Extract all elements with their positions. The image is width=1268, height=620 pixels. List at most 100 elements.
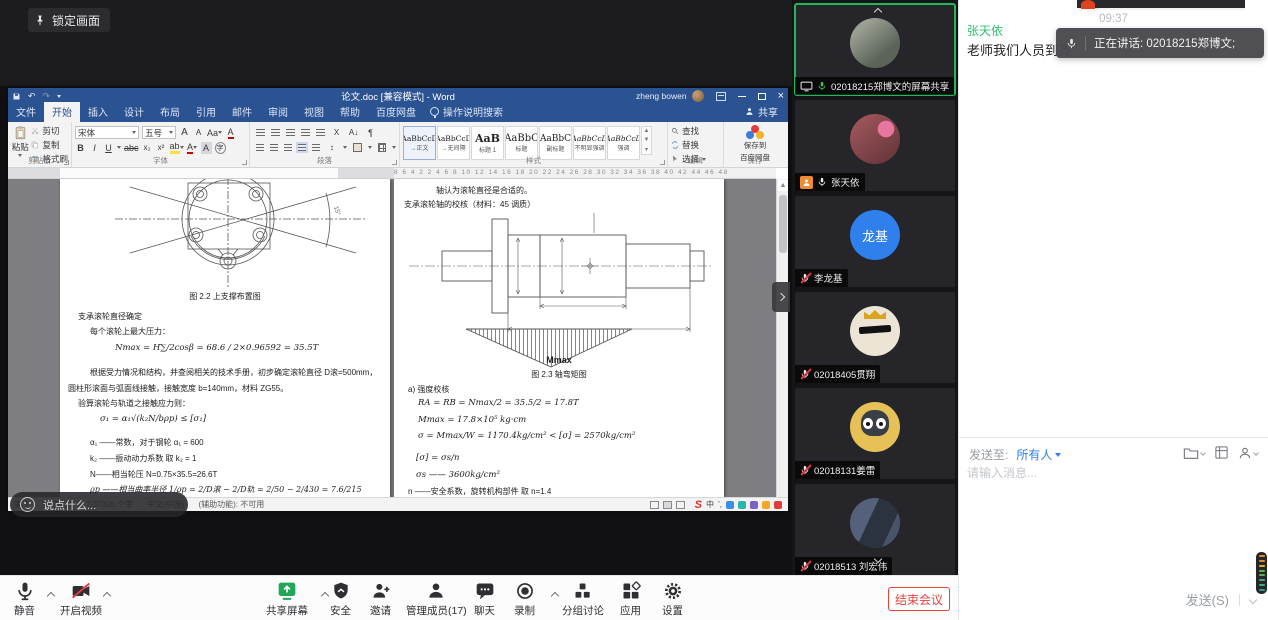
mute-button[interactable]: 静音 — [14, 581, 35, 618]
dialog-launcher-icon — [242, 160, 247, 165]
angle-dimension-label: 15° — [332, 206, 341, 217]
doc-line: 验算滚轮与轨道之接触应力则： — [78, 398, 190, 409]
invite-button[interactable]: 邀请 — [370, 581, 391, 618]
figure-shaft-drawing — [394, 211, 724, 341]
word-scrollbar: ▲ — [776, 179, 788, 497]
doc-formula: [σ] = σs/n — [416, 453, 459, 463]
chat-sender-name[interactable]: 张天依 — [967, 22, 1003, 39]
document-page-left: 15° 图 2.2 上支撑布置图 支承滚轮直径确定 每个滚轮上最大压力： Nma… — [60, 179, 390, 497]
chat-button[interactable]: 聊天 — [474, 581, 495, 618]
microphone-icon — [15, 581, 35, 601]
toolbar-label: 安全 — [330, 603, 351, 618]
screen-share-icon — [800, 81, 813, 92]
tab-references: 引用 — [188, 102, 224, 122]
line-spacing-caret-icon — [343, 146, 347, 149]
send-to-label: 发送至: — [969, 446, 1008, 463]
person-add-icon — [371, 581, 391, 601]
character-shading-button: A — [201, 142, 212, 154]
ime-keyboard-icon — [738, 501, 746, 509]
ribbon-group-save: 保存到 百度网盘 保存 — [724, 122, 786, 167]
settings-button[interactable]: 设置 — [662, 581, 683, 618]
start-video-button[interactable]: 开启视频 — [60, 581, 102, 618]
chat-image-cropped[interactable] — [1077, 0, 1245, 10]
case-caret-icon — [218, 131, 222, 134]
end-meeting-button[interactable]: 结束会议 — [888, 587, 950, 611]
increase-indent-icon — [316, 129, 325, 136]
doc-line: k₂ ——振动动力系数 取 k₂ = 1 — [90, 453, 196, 464]
view-mode-icon — [676, 501, 685, 509]
record-button[interactable]: 录制 — [514, 581, 535, 618]
lightbulb-icon — [430, 107, 439, 116]
change-case-button: Aa — [207, 127, 222, 139]
avatar — [850, 18, 900, 68]
participant-tile[interactable]: 02018513 刘宏伟 — [795, 484, 955, 575]
toolbar-label: 邀请 — [370, 603, 391, 618]
file-button[interactable] — [1183, 446, 1205, 460]
send-options-chevron[interactable] — [1249, 595, 1257, 603]
figure-caption: 图 2.3 轴弯矩图 — [394, 369, 724, 380]
speaking-toast: 正在讲话: 02018215郑博文; — [1056, 28, 1264, 58]
speaking-toast-text: 正在讲话: 02018215郑博文; — [1094, 35, 1235, 51]
chat-input-area: 发送至: 所有人 发送(S) — [959, 437, 1268, 620]
font-name-caret-icon — [132, 131, 136, 134]
doc-line: N——相当轮压 N=0.75×35.5=26.6T — [90, 469, 217, 480]
share-screen-button[interactable]: 共享屏幕 — [266, 581, 308, 618]
tab-layout: 布局 — [152, 102, 188, 122]
apps-button[interactable]: 应用 — [620, 581, 641, 618]
font-name-box: 宋体 — [75, 126, 139, 139]
doc-line: a) 强度校核 — [408, 384, 449, 395]
chat-message-input[interactable] — [967, 466, 1257, 480]
participant-tile[interactable]: 龙基 李龙基 — [795, 196, 955, 287]
security-button[interactable]: 安全 — [330, 581, 351, 618]
ime-mic-icon — [726, 501, 734, 509]
tab-help: 帮助 — [332, 102, 368, 122]
toolbar-label: 静音 — [14, 603, 35, 618]
view-mode-icon — [650, 501, 659, 509]
ime-emoji-icon — [774, 501, 782, 509]
volume-meter — [1256, 552, 1267, 594]
grow-font-button: A — [179, 127, 190, 139]
word-window-controls: zheng bowen × — [636, 90, 784, 102]
dialog-launcher-icon — [392, 160, 397, 165]
manage-members-button[interactable]: 管理成员(17) — [406, 581, 467, 618]
ribbon-group-font: 宋体 五号 A A Aa A B I U abc x₂ x² ab A — [72, 122, 250, 167]
record-options-chevron[interactable] — [551, 592, 559, 600]
share-options-chevron[interactable] — [321, 592, 329, 600]
participant-tile[interactable]: 02018131姜雷 — [795, 388, 955, 479]
video-options-chevron[interactable] — [103, 592, 111, 600]
pilcrow-icon: ¶ — [365, 127, 376, 139]
mute-options-chevron[interactable] — [47, 592, 55, 600]
panel-scroll-up-icon[interactable] — [874, 8, 882, 16]
decrease-indent-icon — [301, 129, 310, 136]
mic-on-icon — [817, 80, 827, 92]
chevron-right-icon — [777, 293, 785, 301]
tab-file: 文件 — [8, 102, 44, 122]
screenshot-button[interactable] — [1214, 445, 1229, 460]
replace-button: 替换 — [671, 139, 720, 151]
baidu-netdisk-icon — [746, 125, 764, 139]
quick-comment-bubble[interactable]: 说点什么... — [10, 492, 188, 517]
toolbar-label: 分组讨论 — [562, 603, 604, 618]
send-to-selector[interactable]: 所有人 — [1016, 446, 1061, 463]
word-document-area: 15° 图 2.2 上支撑布置图 支承滚轮直径确定 每个滚轮上最大压力： Nma… — [8, 179, 776, 497]
send-button[interactable]: 发送(S) — [1186, 590, 1229, 609]
font-size-caret-icon — [169, 131, 173, 134]
breakout-icon — [573, 581, 593, 601]
breakout-rooms-button[interactable]: 分组讨论 — [562, 581, 604, 618]
participant-name: 张天依 — [831, 175, 860, 189]
pin-view-button[interactable]: 锁定画面 — [28, 8, 110, 32]
minimize-icon — [738, 96, 746, 97]
qa-customize-icon — [57, 95, 61, 98]
styles-group-label: 样式 — [400, 155, 667, 166]
ribbon-group-styles: AaBbCcD→正文 AaBbCcD→无间隔 AaB标题 1 AaBbC标题 A… — [400, 122, 668, 167]
borders-icon — [378, 143, 386, 152]
line-spacing-icon: ↕ — [326, 142, 337, 154]
collapse-panel-handle[interactable] — [772, 282, 790, 312]
underline-caret-icon — [117, 146, 121, 149]
participant-tile[interactable]: 02018405贯翔 — [795, 292, 955, 383]
toolbar-label: 共享屏幕 — [266, 603, 308, 618]
mention-button[interactable] — [1238, 446, 1258, 460]
participant-tile[interactable]: 张天依 — [795, 100, 955, 191]
participant-tile[interactable]: 02018215郑博文的屏幕共享 — [795, 4, 955, 95]
figure-caption: 图 2.2 上支撑布置图 — [60, 291, 390, 302]
